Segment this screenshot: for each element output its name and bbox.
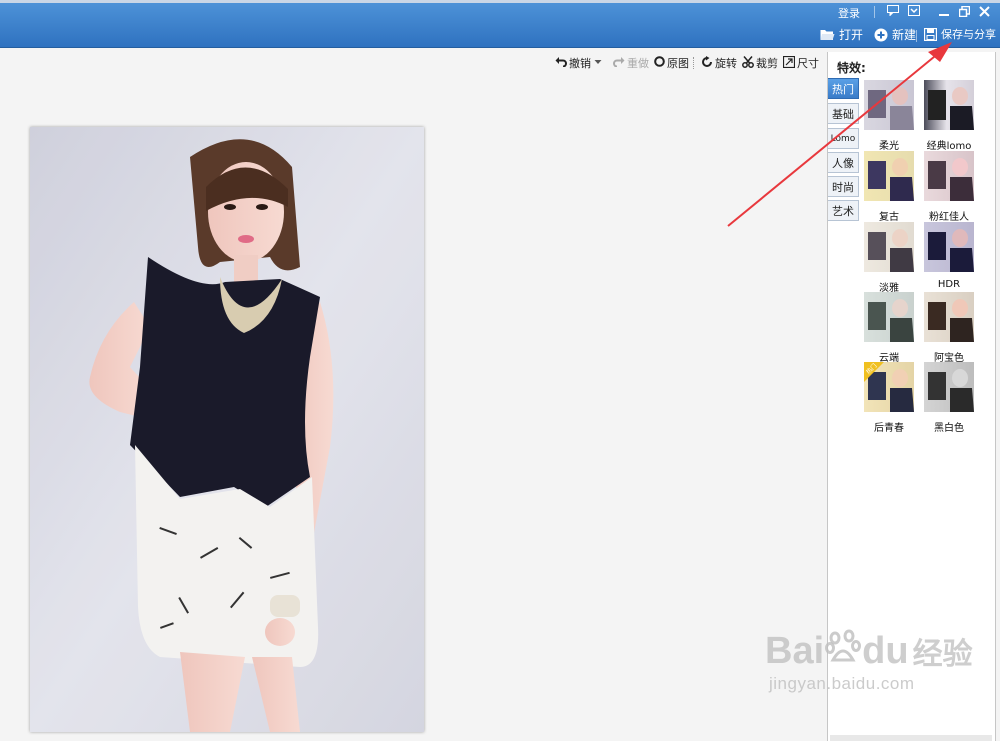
- rotate-icon: [701, 55, 713, 71]
- title-separator: [874, 6, 875, 18]
- minimize-icon[interactable]: [939, 6, 950, 17]
- watermark-url: jingyan.baidu.com: [769, 674, 915, 693]
- undo-icon: [555, 56, 567, 70]
- title-bar: 登录 打开 新建 保存与分享: [0, 0, 1000, 48]
- undo-label: 撤销: [569, 57, 591, 70]
- plus-circle-icon: [874, 28, 888, 42]
- original-button[interactable]: 原图: [654, 55, 689, 71]
- rotate-label: 旋转: [715, 57, 737, 70]
- tab-portrait[interactable]: 人像: [828, 152, 859, 173]
- crop-button[interactable]: 裁剪: [742, 55, 778, 71]
- folder-icon: [820, 28, 835, 41]
- effect-vintage-label: 复古: [879, 212, 899, 223]
- watermark-suffix: 经验: [912, 638, 973, 671]
- tab-fashion-label: 时尚: [832, 180, 854, 194]
- resize-icon: [782, 55, 796, 71]
- effect-post-youth-label: 后青春: [874, 423, 904, 434]
- tab-fashion[interactable]: 时尚: [828, 176, 859, 197]
- effect-hdr-thumb[interactable]: [924, 222, 974, 272]
- effect-abao-thumb[interactable]: [924, 292, 974, 342]
- effect-pink-lady-thumb[interactable]: [924, 151, 974, 201]
- panel-scrollbar-track[interactable]: [830, 735, 992, 741]
- edit-toolbar-separator: [693, 57, 695, 69]
- undo-dropdown[interactable]: [594, 55, 602, 68]
- feedback-icon[interactable]: [887, 5, 899, 16]
- restore-icon[interactable]: [959, 6, 970, 17]
- login-link[interactable]: 登录: [838, 5, 860, 21]
- effects-title: 特效:: [837, 61, 866, 75]
- rotate-button[interactable]: 旋转: [701, 55, 737, 71]
- redo-button[interactable]: 重做: [613, 55, 649, 71]
- effect-black-white-thumb[interactable]: [924, 362, 974, 412]
- tab-hot[interactable]: 热门: [828, 78, 859, 99]
- watermark-brand-2: du: [862, 629, 909, 672]
- scissors-icon: [742, 55, 754, 71]
- tab-art[interactable]: 艺术: [828, 200, 859, 221]
- menu-icon[interactable]: [908, 5, 920, 16]
- size-button[interactable]: 尺寸: [782, 55, 819, 71]
- open-button[interactable]: 打开: [820, 26, 863, 43]
- effect-hdr-label: HDR: [937, 279, 961, 290]
- save-disk-icon: [924, 27, 937, 41]
- close-icon[interactable]: [979, 6, 990, 17]
- effect-black-white-label: 黑白色: [934, 423, 964, 434]
- watermark-brand: Bai: [765, 629, 825, 672]
- tab-portrait-label: 人像: [832, 156, 854, 170]
- save-share-label: 保存与分享: [941, 28, 996, 41]
- effect-vintage-thumb[interactable]: [864, 151, 914, 201]
- baidu-watermark: Bai du 经验 jingyan.baidu.com: [765, 628, 973, 694]
- tab-basic-label: 基础: [832, 107, 854, 121]
- effect-soft-light-label: 柔光: [879, 141, 899, 152]
- tab-lomo[interactable]: Lomo: [828, 128, 859, 149]
- save-share-button[interactable]: 保存与分享: [924, 26, 996, 42]
- original-label: 原图: [667, 57, 689, 70]
- chevron-down-icon: [594, 55, 602, 68]
- portrait-photo: [30, 127, 424, 732]
- tab-art-label: 艺术: [832, 204, 854, 218]
- undo-button[interactable]: 撤销: [555, 55, 591, 71]
- new-button[interactable]: 新建: [874, 26, 916, 43]
- toolbar-separator: [916, 30, 917, 42]
- redo-icon: [613, 56, 625, 70]
- photo-canvas[interactable]: [30, 127, 424, 732]
- open-label: 打开: [839, 28, 864, 42]
- effect-post-youth-thumb[interactable]: 热门: [864, 362, 914, 412]
- effect-soft-light-thumb[interactable]: [864, 80, 914, 130]
- paw-icon: [825, 628, 862, 674]
- effect-classic-lomo-thumb[interactable]: [924, 80, 974, 130]
- redo-label: 重做: [627, 57, 649, 70]
- size-label: 尺寸: [797, 57, 819, 70]
- new-label: 新建: [892, 28, 917, 42]
- tab-hot-label: 热门: [832, 82, 854, 96]
- circle-icon: [654, 56, 665, 70]
- tab-basic[interactable]: 基础: [828, 103, 859, 124]
- effect-elegant-thumb[interactable]: [864, 222, 914, 272]
- effect-cloud-thumb[interactable]: [864, 292, 914, 342]
- effect-pink-lady-label: 粉红佳人: [929, 212, 969, 223]
- effect-classic-lomo-label: 经典lomo: [926, 141, 972, 152]
- tab-lomo-label: Lomo: [830, 133, 856, 144]
- crop-label: 裁剪: [756, 57, 778, 70]
- title-bar-top-strip: [0, 0, 1000, 3]
